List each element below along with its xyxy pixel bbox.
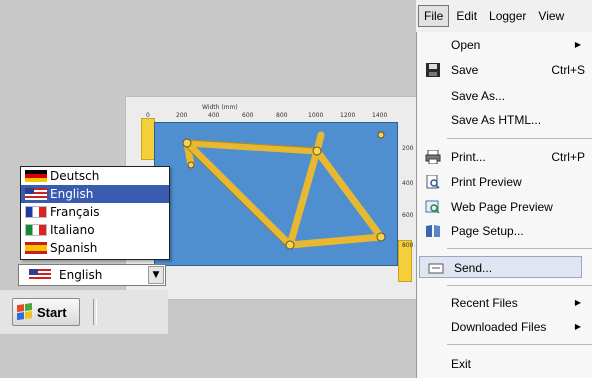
send-icon (428, 263, 444, 274)
ruler-caption: Width (mm) (202, 104, 238, 111)
menu-item-print-preview[interactable]: Print Preview (417, 171, 592, 193)
ruler-tick: 600 (402, 212, 414, 219)
submenu-arrow-icon: ▶ (574, 298, 581, 307)
us-flag-icon (25, 188, 47, 200)
menu-item-label: Page Setup... (451, 224, 524, 238)
language-label: Deutsch (50, 169, 100, 183)
shortcut-label: Ctrl+P (551, 150, 585, 164)
menu-item-exit[interactable]: Exit (417, 353, 592, 375)
language-select-value: English (59, 268, 103, 282)
print-preview-icon (426, 175, 440, 189)
language-option-francais[interactable]: Français (21, 203, 169, 221)
shortcut-label: Ctrl+S (551, 63, 585, 77)
menu-item-save-as[interactable]: Save As... (417, 85, 592, 107)
chevron-down-icon: ▼ (152, 270, 160, 280)
menu-separator (447, 344, 592, 345)
menu-logger[interactable]: Logger (484, 6, 531, 26)
menu-separator (447, 138, 592, 139)
menu-item-page-setup[interactable]: Page Setup... (417, 220, 592, 242)
menu-item-downloaded-files[interactable]: Downloaded Files ▶ (417, 316, 592, 338)
language-select[interactable]: English ▼ (18, 264, 166, 286)
language-list: Deutsch English Français Italiano Spanis… (20, 166, 170, 260)
ruler-tick: 600 (242, 112, 254, 119)
floppy-disk-icon (426, 63, 440, 77)
menu-item-label: Open (451, 38, 481, 52)
bike-frame-canvas[interactable] (154, 122, 398, 266)
ruler-tick: 800 (276, 112, 288, 119)
top-ruler: Width (mm) 0 200 400 600 800 1000 1200 1… (140, 104, 403, 122)
menu-item-label: Send... (454, 261, 493, 275)
menu-item-label: Save As HTML... (451, 113, 542, 127)
menu-item-send[interactable]: Send... (419, 256, 582, 278)
menu-separator (447, 248, 592, 249)
page-setup-icon (426, 225, 440, 237)
menu-item-recent-files[interactable]: Recent Files ▶ (417, 292, 592, 314)
ruler-tick: 200 (176, 112, 188, 119)
menu-bar: File Edit Logger View (416, 0, 592, 33)
language-option-english[interactable]: English (21, 185, 169, 203)
ruler-tick: 1000 (308, 112, 324, 119)
language-option-italiano[interactable]: Italiano (21, 221, 169, 239)
menu-item-print[interactable]: Print... Ctrl+P (417, 146, 592, 168)
language-label: Italiano (50, 223, 95, 237)
menu-edit[interactable]: Edit (451, 6, 482, 26)
menu-item-label: Save As... (451, 89, 506, 103)
web-preview-icon (425, 200, 440, 214)
bike-frame-drawing (182, 131, 386, 250)
submenu-arrow-icon: ▶ (574, 322, 581, 331)
ruler-tick: 400 (208, 112, 220, 119)
start-button[interactable]: Start (12, 298, 80, 326)
language-label: Spanish (50, 241, 98, 255)
menu-item-open[interactable]: Open ▶ (417, 34, 592, 56)
menu-item-label: Print... (451, 150, 486, 164)
menu-item-label: Downloaded Files (451, 320, 547, 334)
menu-item-label: Web Page Preview (451, 200, 553, 214)
german-flag-icon (25, 170, 47, 182)
menu-item-label: Print Preview (451, 175, 522, 189)
language-label: English (50, 187, 94, 201)
start-label: Start (37, 304, 67, 320)
menu-item-web-page-preview[interactable]: Web Page Preview (417, 196, 592, 218)
menu-item-save-as-html[interactable]: Save As HTML... (417, 109, 592, 131)
ruler-tick: 400 (402, 180, 414, 187)
menu-view[interactable]: View (533, 6, 569, 26)
ruler-tick: 1200 (340, 112, 356, 119)
menu-separator (447, 285, 592, 286)
language-label: Français (50, 205, 100, 219)
ruler-tick: 1400 (372, 112, 388, 119)
language-option-deutsch[interactable]: Deutsch (21, 167, 169, 185)
language-option-spanish[interactable]: Spanish (21, 239, 169, 257)
ruler-tick: 800 (402, 242, 414, 249)
menu-item-label: Exit (451, 357, 472, 371)
menu-item-label: Recent Files (451, 296, 518, 310)
menu-item-save[interactable]: Save Ctrl+S (417, 59, 592, 81)
menu-item-label: Save (451, 63, 479, 77)
french-flag-icon (25, 206, 47, 218)
left-axis-tag (141, 118, 155, 160)
windows-logo-icon (17, 303, 33, 321)
file-menu: Open ▶ Save Ctrl+S Save As... Save As HT… (416, 32, 592, 378)
spanish-flag-icon (25, 242, 47, 254)
dropdown-arrow-button[interactable]: ▼ (148, 266, 164, 284)
submenu-arrow-icon: ▶ (574, 40, 581, 49)
printer-icon (425, 150, 441, 164)
ruler-tick: 200 (402, 145, 414, 152)
taskbar-separator (93, 299, 97, 325)
us-flag-icon (29, 269, 51, 281)
italian-flag-icon (25, 224, 47, 236)
menu-file[interactable]: File (418, 5, 450, 27)
